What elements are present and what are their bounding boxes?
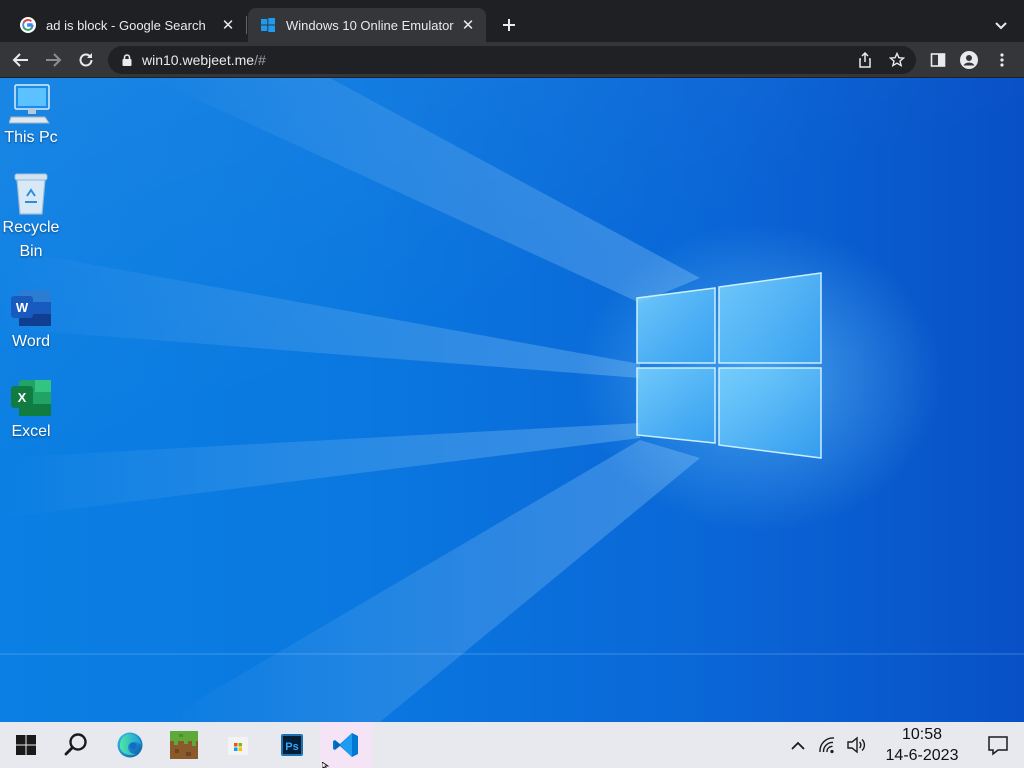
desktop-icon-label: Recycle Bin (2, 219, 60, 260)
network-wifi-icon[interactable] (815, 733, 839, 757)
monitor-icon (9, 82, 53, 126)
start-icon (16, 735, 36, 755)
mouse-cursor-icon (322, 762, 330, 768)
lock-icon[interactable] (120, 53, 134, 67)
taskbar-search-button[interactable] (50, 722, 102, 768)
screen: ad is block - Google Search ✕ Windows 10… (0, 0, 1024, 768)
search-icon (64, 733, 87, 756)
back-arrow-icon[interactable] (8, 47, 34, 73)
show-hidden-icons-chevron-icon[interactable] (786, 733, 810, 757)
browser-menu-icon[interactable] (989, 47, 1015, 73)
minecraft-icon (170, 731, 198, 759)
tab-separator (246, 16, 247, 34)
taskbar-store-button[interactable] (212, 722, 264, 768)
desktop-icon-recycle-bin[interactable]: Recycle Bin (0, 172, 62, 264)
clock-date: 14-6-2023 (885, 747, 959, 764)
photoshop-icon: Ps (281, 734, 303, 756)
share-icon[interactable] (852, 47, 878, 73)
windows-wallpaper-logo (636, 272, 822, 459)
svg-text:W: W (16, 300, 29, 315)
desktop-icon-label: Word (12, 333, 50, 350)
profile-avatar-icon[interactable] (956, 47, 982, 73)
desktop-icon-label: Excel (11, 423, 51, 440)
tab-close-icon[interactable]: ✕ (218, 15, 238, 35)
browser-tab-strip: ad is block - Google Search ✕ Windows 10… (0, 0, 1024, 46)
tab-search-chevron-icon[interactable] (990, 14, 1012, 36)
taskbar: Ps 10:58 14-6-2023 (0, 722, 1024, 768)
action-center-notification-icon[interactable] (986, 733, 1010, 757)
edge-icon (117, 732, 143, 758)
taskbar-clock[interactable]: 10:58 14-6-2023 (872, 724, 972, 766)
wallpaper-light-rays (0, 78, 1024, 722)
start-button[interactable] (0, 722, 52, 768)
tab-google-search[interactable]: ad is block - Google Search ✕ (8, 8, 246, 42)
new-tab-icon[interactable] (498, 14, 520, 36)
tab-title: Windows 10 Online Emulator (286, 17, 454, 33)
desktop-icon-word[interactable]: W Word (0, 286, 62, 354)
vscode-icon (333, 733, 358, 757)
taskbar-minecraft-button[interactable] (158, 722, 210, 768)
word-icon: W (9, 286, 53, 330)
svg-text:X: X (18, 390, 27, 405)
desktop-icon-this-pc[interactable]: This Pc (0, 82, 62, 150)
tab-close-icon[interactable]: ✕ (458, 15, 478, 35)
forward-arrow-icon[interactable] (40, 47, 66, 73)
clock-time: 10:58 (901, 726, 943, 743)
recycle-bin-icon (9, 172, 53, 216)
tab-title: ad is block - Google Search (46, 17, 206, 33)
url-text: win10.webjeet.me/# (142, 52, 266, 68)
volume-speaker-icon[interactable] (844, 733, 868, 757)
desktop-icon-excel[interactable]: X Excel (0, 376, 62, 444)
svg-text:Ps: Ps (285, 741, 298, 753)
browser-toolbar: win10.webjeet.me/# (0, 42, 1024, 78)
google-g-icon (20, 17, 36, 33)
side-panel-icon[interactable] (925, 47, 951, 73)
tab-windows-emulator[interactable]: Windows 10 Online Emulator ✕ (248, 8, 486, 42)
excel-icon: X (9, 376, 53, 420)
address-bar[interactable]: win10.webjeet.me/# (108, 46, 916, 74)
taskbar-photoshop-button[interactable]: Ps (266, 722, 318, 768)
windows-logo-icon (261, 18, 275, 32)
desktop-wallpaper[interactable]: This Pc Recycle Bin W Word X Excel (0, 78, 1024, 722)
store-icon (228, 737, 248, 755)
taskbar-edge-button[interactable] (104, 722, 156, 768)
reload-icon[interactable] (73, 47, 99, 73)
desktop-icon-label: This Pc (4, 129, 58, 146)
bookmark-star-icon[interactable] (884, 47, 910, 73)
